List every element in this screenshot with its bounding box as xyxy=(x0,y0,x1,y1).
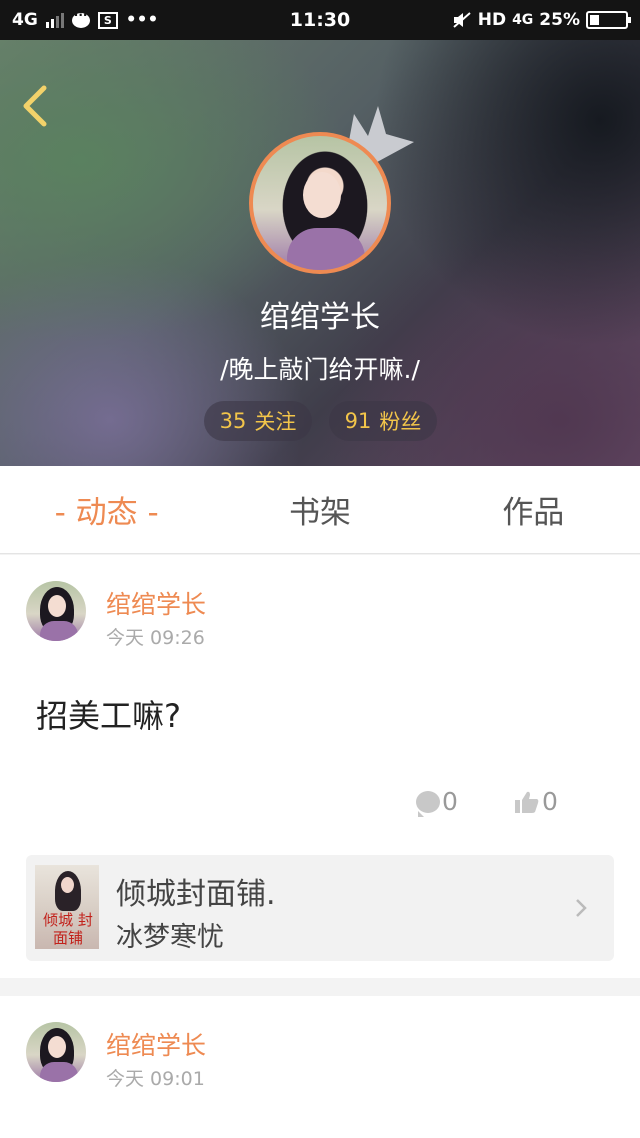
tab-works[interactable]: 作品 xyxy=(427,487,640,532)
profile-header: 绾绾学长 /晚上敲门给开嘛./ 35 关注 91 粉丝 xyxy=(0,40,640,466)
status-bar-left: 4G S ••• xyxy=(12,8,242,31)
fans-count: 91 xyxy=(344,409,372,433)
mute-icon xyxy=(453,12,471,28)
comment-count: 0 xyxy=(442,787,458,816)
feed-post: 绾绾学长 今天 09:26 招美工嘛? 0 0 倾城 封面铺 倾城封面铺. 冰梦… xyxy=(0,555,640,978)
follow-count: 35 xyxy=(219,409,247,433)
like-button[interactable]: 0 xyxy=(514,787,558,816)
follow-label: 关注 xyxy=(254,410,297,434)
thumbs-up-icon xyxy=(515,791,539,813)
screenshot-icon: S xyxy=(97,11,118,29)
chat-icon xyxy=(71,8,90,28)
fans-label: 粉丝 xyxy=(379,410,422,434)
post-text: 招美工嘛? xyxy=(36,697,181,735)
status-bar: 4G S ••• 11:30 HD 4G 25% xyxy=(0,0,640,40)
profile-tab-bar: - 动态 - 书架 作品 xyxy=(0,466,640,554)
status-time: 11:30 xyxy=(289,9,351,31)
book-cover: 倾城 封面铺 xyxy=(35,865,99,949)
battery-icon xyxy=(586,11,631,29)
hd-label: HD xyxy=(477,10,507,30)
linked-book-card[interactable]: 倾城 封面铺 倾城封面铺. 冰梦寒忧 xyxy=(26,855,614,961)
signal-icon xyxy=(45,12,64,28)
post-avatar[interactable] xyxy=(26,1022,86,1082)
comment-button[interactable]: 0 xyxy=(416,787,458,817)
post-avatar[interactable] xyxy=(26,581,86,641)
book-author: 冰梦寒忧 xyxy=(116,922,224,953)
profile-avatar[interactable] xyxy=(249,132,391,274)
network-type: 4G xyxy=(12,10,38,30)
back-arrow-icon[interactable] xyxy=(16,82,56,130)
tab-activity[interactable]: - 动态 - xyxy=(0,487,213,532)
fans-count-button[interactable]: 91 粉丝 xyxy=(329,401,437,441)
post-time: 今天 09:26 xyxy=(106,627,205,649)
status-bar-right: HD 4G 25% xyxy=(398,10,631,30)
book-title: 倾城封面铺. xyxy=(116,877,276,912)
follow-count-button[interactable]: 35 关注 xyxy=(204,401,312,441)
battery-percent: 25% xyxy=(539,10,580,30)
profile-username: 绾绾学长 xyxy=(260,300,380,335)
chevron-right-icon xyxy=(576,899,587,917)
battery-fill xyxy=(590,15,599,25)
post-author[interactable]: 绾绾学长 xyxy=(106,1026,206,1062)
comment-icon xyxy=(416,790,440,817)
post-time: 今天 09:01 xyxy=(106,1068,205,1090)
book-cover-text: 倾城 封面铺 xyxy=(43,911,93,947)
tab-bookshelf[interactable]: 书架 xyxy=(213,487,426,532)
like-count: 0 xyxy=(542,787,558,816)
profile-bio: /晚上敲门给开嘛./ xyxy=(220,355,420,384)
network-type-right: 4G xyxy=(512,12,534,28)
more-dots-icon: ••• xyxy=(125,10,159,30)
feed-post: 绾绾学长 今天 09:01 xyxy=(0,996,640,1138)
post-author[interactable]: 绾绾学长 xyxy=(106,585,206,621)
